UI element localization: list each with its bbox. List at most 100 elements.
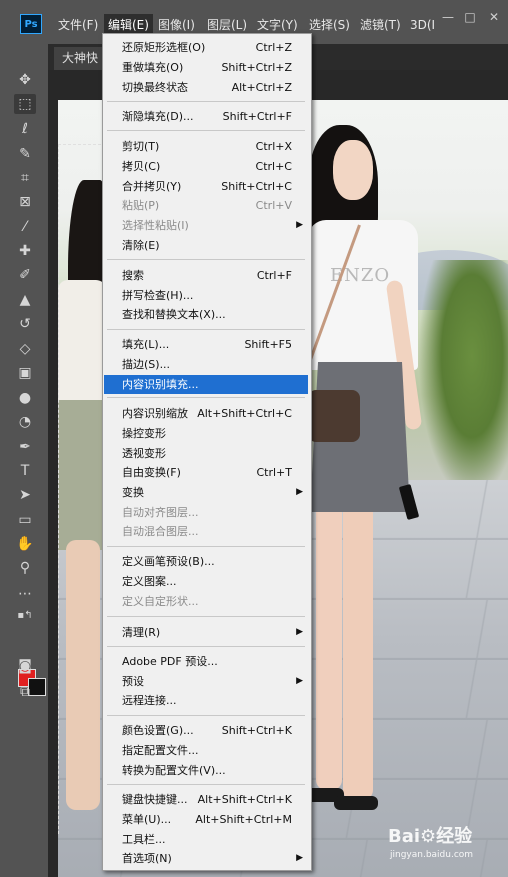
screen-mode-icon[interactable]: ⧉ <box>14 682 36 702</box>
menu-item-paste: 粘贴(P) Ctrl+V <box>122 199 292 212</box>
quick-mask-icon[interactable]: ◙ <box>14 656 36 676</box>
menu-item-copy[interactable]: 拷贝(C) Ctrl+C <box>104 157 308 176</box>
path-select-icon[interactable]: ➤ <box>14 485 36 505</box>
submenu-arrow-icon: ▶ <box>296 220 303 230</box>
menu-item-auto-align: 自动对齐图层... <box>122 506 199 519</box>
menu-3d[interactable]: 3D(I <box>406 14 439 36</box>
menu-item-undo[interactable]: 还原矩形选框(O) Ctrl+Z <box>104 38 308 57</box>
rectangle-icon[interactable]: ▭ <box>14 510 36 530</box>
submenu-arrow-icon: ▶ <box>296 676 303 686</box>
watermark-logo: Bai⚙经验 <box>388 826 473 847</box>
menu-item-stroke[interactable]: 描边(S)... <box>104 355 308 374</box>
menu-item-fade[interactable]: 渐隐填充(D)... Shift+Ctrl+F <box>104 107 308 126</box>
lasso-icon[interactable]: ℓ <box>14 119 36 139</box>
menu-item-menus[interactable]: 菜单(U)... Alt+Shift+Ctrl+M <box>104 810 308 829</box>
menu-item-color-settings[interactable]: 颜色设置(G)... Shift+Ctrl+K <box>104 721 308 740</box>
hand-icon[interactable]: ✋ <box>14 534 36 554</box>
menu-item-puppet-warp[interactable]: 操控变形 <box>104 424 308 443</box>
menu-item-perspective-warp[interactable]: 透视变形 <box>104 444 308 463</box>
menu-item-define-pattern[interactable]: 定义图案... <box>104 572 308 591</box>
menu-item-remote-connections[interactable]: 远程连接... <box>104 691 308 710</box>
eraser-icon[interactable]: ◇ <box>14 339 36 359</box>
menu-item-search[interactable]: 搜索 Ctrl+F <box>104 266 308 285</box>
marquee-icon[interactable]: ⬚ <box>14 94 36 114</box>
left-woman-skirt <box>58 400 104 550</box>
menu-separator <box>107 101 305 102</box>
menu-item-cut[interactable]: 剪切(T) Ctrl+X <box>104 137 308 156</box>
document-tab[interactable]: 大神快 <box>54 47 107 70</box>
menu-item-keyboard-shortcuts[interactable]: 键盘快捷键... Alt+Shift+Ctrl+K <box>104 790 308 809</box>
stamp-icon[interactable]: ▲ <box>14 290 36 310</box>
tools-panel: ✥ ⬚ ℓ ✎ ⌗ ⊠ ⁄ ✚ ✐ ▲ ↺ ◇ ▣ ● ◔ ✒ T ➤ ▭ ✋ … <box>0 44 48 877</box>
menu-select[interactable]: 选择(S) <box>305 14 354 36</box>
maximize-icon[interactable]: □ <box>462 10 478 24</box>
menu-separator <box>107 329 305 330</box>
menu-separator <box>107 784 305 785</box>
brush-icon[interactable]: ✐ <box>14 265 36 285</box>
selection-marquee-left <box>58 144 61 834</box>
pen-icon[interactable]: ✒ <box>14 437 36 457</box>
selection-marquee-top <box>58 144 106 146</box>
blur-icon[interactable]: ● <box>14 388 36 408</box>
minimize-icon[interactable]: — <box>440 10 456 24</box>
sandal-right <box>334 796 378 810</box>
trees <box>418 260 508 500</box>
gradient-icon[interactable]: ▣ <box>14 363 36 383</box>
menu-item-assign-profile[interactable]: 指定配置文件... <box>104 741 308 760</box>
menu-item-preferences[interactable]: 首选项(N) ▶ <box>104 849 308 868</box>
quick-select-icon[interactable]: ✎ <box>14 144 36 164</box>
type-icon[interactable]: T <box>14 461 36 481</box>
menu-separator <box>107 130 305 131</box>
menu-filter[interactable]: 滤镜(T) <box>356 14 405 36</box>
crop-icon[interactable]: ⌗ <box>14 168 36 188</box>
more-icon[interactable]: ⋯ <box>14 584 36 604</box>
menu-item-content-aware-scale[interactable]: 内容识别缩放 Alt+Shift+Ctrl+C <box>104 404 308 423</box>
menu-item-paste-special: 选择性粘贴(I) ▶ <box>104 216 308 235</box>
menu-file[interactable]: 文件(F) <box>54 14 102 36</box>
frame-icon[interactable]: ⊠ <box>14 192 36 212</box>
move-icon[interactable]: ✥ <box>14 70 36 90</box>
menu-item-auto-blend: 自动混合图层... <box>122 525 199 538</box>
dodge-icon[interactable]: ◔ <box>14 412 36 432</box>
menu-item-free-transform[interactable]: 自由变换(F) Ctrl+T <box>104 463 308 482</box>
menu-item-convert-profile[interactable]: 转换为配置文件(V)... <box>104 761 308 780</box>
menu-item-purge[interactable]: 清理(R) ▶ <box>104 623 308 642</box>
submenu-arrow-icon: ▶ <box>296 853 303 863</box>
menu-separator <box>107 715 305 716</box>
right-woman-face <box>333 140 373 200</box>
menu-item-find-replace[interactable]: 查找和替换文本(X)... <box>104 305 308 324</box>
menu-separator <box>107 616 305 617</box>
handbag <box>308 390 360 442</box>
photoshop-logo: Ps <box>20 14 42 34</box>
default-colors-icon[interactable]: ▪↰ <box>14 606 36 626</box>
edit-menu-dropdown: 还原矩形选框(O) Ctrl+Z 重做填充(O) Shift+Ctrl+Z 切换最终… <box>102 33 312 871</box>
menu-item-transform[interactable]: 变换 ▶ <box>104 483 308 502</box>
menu-item-define-brush[interactable]: 定义画笔预设(B)... <box>104 552 308 571</box>
menu-item-copy-merged[interactable]: 合并拷贝(Y) Shift+Ctrl+C <box>104 177 308 196</box>
baidu-jingyan-watermark: Bai⚙经验 jingyan.baidu.com <box>388 822 498 872</box>
eyedropper-icon[interactable]: ⁄ <box>14 217 36 237</box>
menu-separator <box>107 646 305 647</box>
close-icon[interactable]: ✕ <box>486 10 502 24</box>
healing-icon[interactable]: ✚ <box>14 241 36 261</box>
menu-separator <box>107 546 305 547</box>
watermark-url: jingyan.baidu.com <box>390 850 474 860</box>
menu-item-presets[interactable]: 预设 ▶ <box>104 672 308 691</box>
menu-item-define-shape: 定义自定形状... <box>122 595 199 608</box>
submenu-arrow-icon: ▶ <box>296 627 303 637</box>
menu-item-pdf-presets[interactable]: Adobe PDF 预设... <box>104 652 308 671</box>
menu-item-spell-check[interactable]: 拼写检查(H)... <box>104 286 308 305</box>
menu-item-redo[interactable]: 重做填充(O) Shift+Ctrl+Z <box>104 58 308 77</box>
menu-item-toggle-last-state[interactable]: 切换最终状态 Alt+Ctrl+Z <box>104 78 308 97</box>
right-woman-left-leg <box>316 500 342 790</box>
zoom-icon[interactable]: ⚲ <box>14 558 36 578</box>
menu-separator <box>107 259 305 260</box>
menu-item-clear[interactable]: 清除(E) <box>104 236 308 255</box>
left-woman-legs <box>66 540 100 810</box>
right-woman-right-leg <box>343 500 373 800</box>
menu-item-fill[interactable]: 填充(L)... Shift+F5 <box>104 335 308 354</box>
menu-item-toolbar[interactable]: 工具栏... <box>104 830 308 849</box>
menu-separator <box>107 397 305 398</box>
history-brush-icon[interactable]: ↺ <box>14 314 36 334</box>
submenu-arrow-icon: ▶ <box>296 487 303 497</box>
